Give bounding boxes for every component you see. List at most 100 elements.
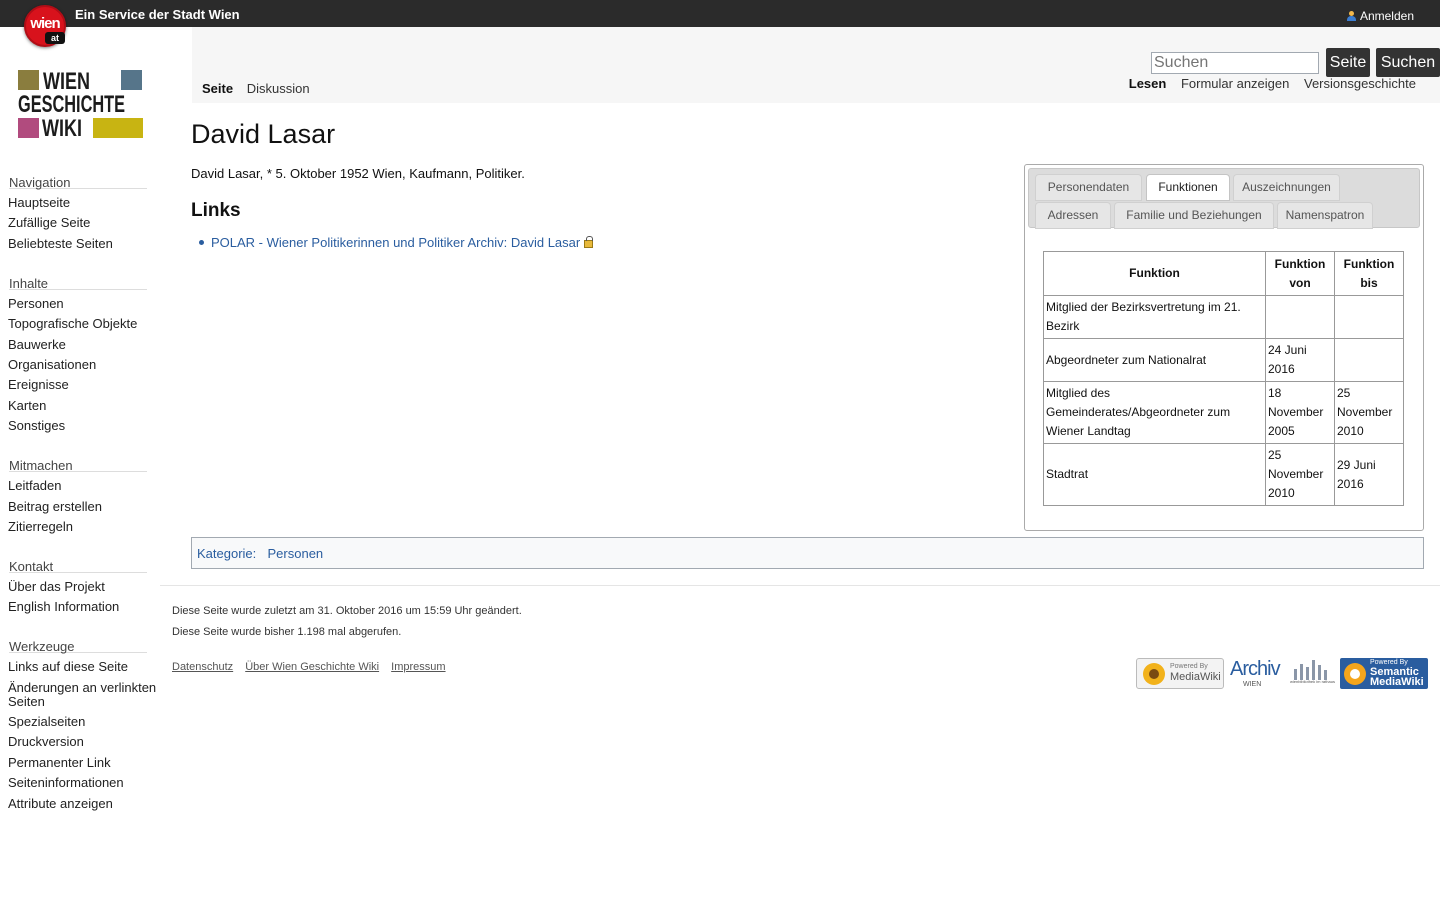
sidebar: Navigation Hauptseite Zufällige Seite Be… [0,167,160,828]
badge-text: MediaWiki [1370,676,1424,688]
footer-link-impressum[interactable]: Impressum [391,661,445,673]
tab-auszeichnungen[interactable]: Auszeichnungen [1233,174,1340,201]
badge-small-text: Powered By [1370,659,1408,666]
tab-funktionen[interactable]: Funktionen [1146,174,1230,201]
sidebar-item-karten[interactable]: Karten [8,398,160,413]
powered-by-mediawiki-badge[interactable]: Powered By MediaWiki [1136,658,1224,689]
service-label: Ein Service der Stadt Wien [75,7,240,22]
table-cell [1265,295,1335,339]
table-cell: 25 November 2010 [1334,381,1404,444]
sidebar-item-zitierregeln[interactable]: Zitierregeln [8,519,160,534]
sidebar-item-ereignisse[interactable]: Ereignisse [8,378,160,392]
category-colon: : [252,546,260,561]
sidebar-item-seiteninformationen[interactable]: Seiteninformationen [8,776,160,790]
tab-personendaten[interactable]: Personendaten [1035,174,1142,201]
logo-line-wiki: WIKI [42,115,82,142]
badge-small-text: Powered By [1170,663,1208,670]
sidebar-item-beliebteste-seiten[interactable]: Beliebteste Seiten [8,236,160,251]
tab-seite[interactable]: Seite [202,81,233,96]
links-heading: Links [191,200,241,221]
table-cell [1334,338,1404,382]
sidebar-item-personen[interactable]: Personen [8,296,160,311]
logo-square-blue [121,70,142,90]
tab-familie-und-beziehungen[interactable]: Familie und Beziehungen [1114,202,1274,229]
lock-icon [584,236,594,248]
sidebar-item-leitfaden[interactable]: Leitfaden [8,479,160,493]
search-page-button[interactable]: Seite [1326,48,1370,77]
sidebar-item-permanenter-link[interactable]: Permanenter Link [8,755,160,770]
portal-navigation: Navigation Hauptseite Zufällige Seite Be… [0,167,160,251]
sidebar-item-links-auf-diese-seite[interactable]: Links auf diese Seite [8,660,160,674]
polar-link[interactable]: POLAR - Wiener Politikerinnen und Politi… [211,235,580,250]
sidebar-item-spezialseiten[interactable]: Spezialseiten [8,715,160,729]
logo-line-geschichte: GESCHICHTE [18,91,126,118]
search-input[interactable] [1151,52,1319,74]
intro-text: David Lasar, * 5. Oktober 1952 Wien, Kau… [191,166,525,181]
portal-heading: Inhalte [9,268,147,290]
portal-mitmachen: Mitmachen Leitfaden Beitrag erstellen Zi… [0,450,160,534]
footer-link-datenschutz[interactable]: Datenschutz [172,661,233,673]
table-row: Abgeordneter zum Nationalrat 24 Juni 201… [1043,338,1404,382]
archiv-wien-badge[interactable]: Archiv WIEN [1229,658,1283,689]
sidebar-item-bauwerke[interactable]: Bauwerke [8,337,160,352]
sidebar-item-zufaellige-seite[interactable]: Zufällige Seite [8,216,160,230]
sidebar-item-topografische-objekte[interactable]: Topografische Objekte [8,317,160,331]
bars-icon [1294,660,1327,680]
sunflower-icon [1143,663,1165,685]
sidebar-item-attribute-anzeigen[interactable]: Attribute anzeigen [8,796,160,811]
search-button[interactable]: Suchen [1376,48,1440,77]
sidebar-item-hauptseite[interactable]: Hauptseite [8,196,160,210]
tab-formular-anzeigen[interactable]: Formular anzeigen [1181,76,1289,91]
sidebar-item-beitrag-erstellen[interactable]: Beitrag erstellen [8,499,160,514]
tab-lesen[interactable]: Lesen [1129,76,1167,91]
logo-square-pink [18,118,39,138]
tab-diskussion[interactable]: Diskussion [247,81,310,96]
table-cell: 18 November 2005 [1265,381,1335,444]
page-tabs: Seite Diskussion [202,81,320,96]
infobox-tab-bar: Personendaten Funktionen Auszeichnungen … [1028,168,1420,229]
portal-heading: Mitmachen [9,450,147,473]
wien-at-logo[interactable]: wien at [24,5,66,47]
powered-by-smw-badge[interactable]: Powered By Semantic MediaWiki [1340,658,1428,689]
footer-views: Diese Seite wurde bisher 1.198 mal abger… [172,626,402,638]
portal-heading: Kontakt [9,551,147,573]
footer-info: Diese Seite wurde zuletzt am 31. Oktober… [172,601,522,643]
category-bar: Kategorie: Personen [191,537,1424,569]
sidebar-item-sonstiges[interactable]: Sonstiges [8,419,160,433]
top-bar: Ein Service der Stadt Wien Anmelden [0,0,1440,27]
tab-adressen[interactable]: Adressen [1035,202,1111,229]
bibliothek-text: wienbibliothek im rathaus [1290,679,1335,684]
user-icon [1346,11,1356,21]
sidebar-item-ueber-das-projekt[interactable]: Über das Projekt [8,579,160,594]
column-header: Funktion von [1265,251,1335,296]
sidebar-item-organisationen[interactable]: Organisationen [8,357,160,372]
portal-werkzeuge: Werkzeuge Links auf diese Seite Änderung… [0,631,160,810]
sidebar-item-english-information[interactable]: English Information [8,600,160,614]
footer-link-ueber[interactable]: Über Wien Geschichte Wiki [245,661,379,673]
view-tabs: Lesen Formular anzeigen Versionsgeschich… [1118,76,1416,91]
portal-inhalte: Inhalte Personen Topografische Objekte B… [0,268,160,433]
login-link[interactable]: Anmelden [1346,9,1414,23]
wien-geschichte-wiki-logo[interactable]: WIEN GESCHICHTE WIKI [18,70,143,142]
portal-kontakt: Kontakt Über das Projekt English Informa… [0,551,160,614]
wienbibliothek-badge[interactable]: wienbibliothek im rathaus [1290,658,1335,689]
portal-heading: Werkzeuge [9,631,147,654]
table-cell: 24 Juni 2016 [1265,338,1335,382]
footer-divider [160,585,1440,586]
category-personen-link[interactable]: Personen [268,546,324,561]
table-cell [1334,295,1404,339]
wien-logo-at: at [45,32,65,44]
sidebar-item-druckversion[interactable]: Druckversion [8,735,160,749]
sidebar-item-aenderungen-verlinkte-seiten[interactable]: Änderungen an verlinkten Seiten [8,680,160,709]
tab-namenspatron[interactable]: Namenspatron [1277,202,1373,229]
bullet-icon [199,240,204,245]
category-label-link[interactable]: Kategorie [197,546,253,561]
wien-logo-text: wien [30,15,60,32]
tab-versionsgeschichte[interactable]: Versionsgeschichte [1304,76,1416,91]
table-cell: Mitglied der Bezirksvertretung im 21. Be… [1043,295,1266,339]
table-row: Mitglied der Bezirksvertretung im 21. Be… [1043,295,1404,339]
table-row: Mitglied des Gemeinderates/Abgeordneter … [1043,381,1404,444]
logo-square-olive [18,70,39,90]
infobox: Personendaten Funktionen Auszeichnungen … [1024,164,1424,531]
table-cell: Mitglied des Gemeinderates/Abgeordneter … [1043,381,1266,444]
